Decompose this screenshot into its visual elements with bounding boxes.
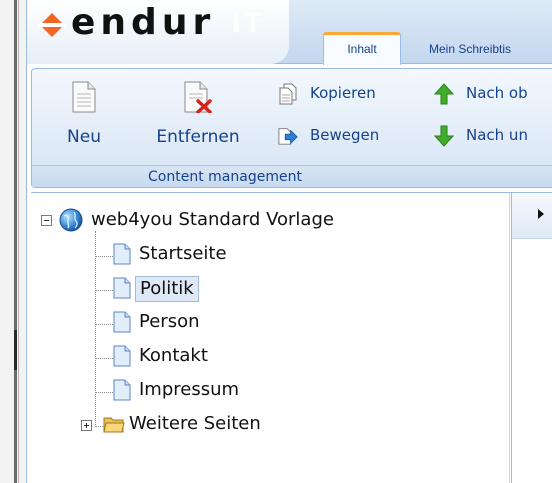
new-page-icon [72,81,96,113]
tree-item-label: Politik [135,276,199,302]
content-management-label: Content management [148,169,302,185]
toolbar-group-label: Content management [32,165,552,187]
logo-suffix: IT [231,6,265,39]
arrow-down-icon [434,125,454,147]
tree-folder-weitere-seiten[interactable]: Weitere Seiten [81,411,341,439]
logo: endur IT [27,0,289,64]
copy-icon [279,83,297,105]
collapse-toggle[interactable] [41,215,52,226]
expand-arrow-icon[interactable] [538,209,544,219]
move-button-label: Bewegen [310,126,380,144]
page-icon [113,311,131,333]
page-icon [113,379,131,401]
move-up-button-label: Nach ob [466,84,528,102]
new-button-label: Neu [67,127,101,147]
tab-inhalt[interactable]: Inhalt [323,32,401,65]
page-icon [113,345,131,367]
tree-item-politik[interactable]: Politik [113,275,313,303]
new-button[interactable]: Neu [54,77,114,153]
globe-icon [59,208,83,232]
copy-button-label: Kopieren [310,84,376,102]
content-toolbar: Neu Entfernen Kopieren Bewegen Nach ob N… [31,68,552,188]
app-window: endur IT Inhalt Mein Schreibtis Neu Entf… [26,0,552,483]
tab-mein-schreibtisch[interactable]: Mein Schreibtis [419,34,521,66]
window-edge [0,0,26,483]
detail-panel-header [512,193,552,239]
tree-item-label: Kontakt [139,345,208,366]
page-tree: web4you Standard Vorlage Startseite Poli… [31,192,511,483]
tree-item-label: Person [139,311,200,332]
tree-item-label: Impressum [139,379,240,400]
tree-item-person[interactable]: Person [113,309,313,337]
move-down-button-label: Nach un [466,126,528,144]
logo-diamond-icon [39,13,65,37]
tree-root-node[interactable]: web4you Standard Vorlage [41,207,441,235]
remove-button[interactable]: Entfernen [138,77,258,153]
folder-icon [103,417,125,433]
tree-folder-label: Weitere Seiten [129,413,261,434]
move-icon [278,128,298,145]
remove-button-label: Entfernen [156,127,240,147]
tree-item-kontakt[interactable]: Kontakt [113,343,313,371]
page-icon [113,243,131,265]
tree-root-label: web4you Standard Vorlage [91,209,334,230]
header: endur IT Inhalt Mein Schreibtis [27,0,552,66]
tree-item-impressum[interactable]: Impressum [113,377,313,405]
tree-item-label: Startseite [139,243,227,264]
logo-text: endur [71,2,216,43]
tree-item-startseite[interactable]: Startseite [113,241,313,269]
detail-panel [511,192,552,483]
page-icon [113,277,131,299]
delete-page-icon [184,81,212,114]
expand-toggle[interactable] [81,420,92,431]
arrow-up-icon [434,83,454,105]
